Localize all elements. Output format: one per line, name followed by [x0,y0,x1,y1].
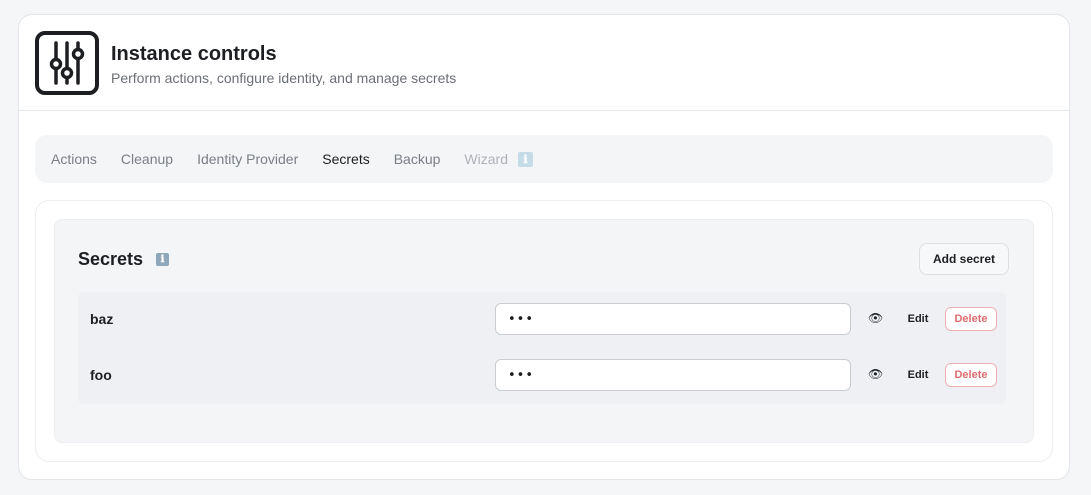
tab-cleanup[interactable]: Cleanup [121,151,173,167]
page-title: Instance controls [111,43,277,65]
secrets-list: baz 👁 Edit Delete foo 👁 Edit Delete [78,292,1006,404]
tab-identity-provider[interactable]: Identity Provider [197,151,298,167]
delete-button[interactable]: Delete [945,363,997,387]
section-title: Secrets ℹ [78,249,170,270]
header: Instance controls Perform actions, confi… [19,15,1069,111]
eye-icon[interactable]: 👁 [868,311,883,325]
edit-button[interactable]: Edit [900,364,936,386]
list-item: baz 👁 Edit Delete [78,292,1006,348]
instance-controls-card: Instance controls Perform actions, confi… [18,14,1070,480]
info-icon[interactable]: ℹ [517,151,533,167]
info-icon[interactable]: ℹ [156,253,170,266]
section-title-label: Secrets [78,249,144,269]
page-subtitle: Perform actions, configure identity, and… [111,70,457,86]
secret-name: foo [90,367,112,383]
secrets-panel: Secrets ℹ Add secret baz 👁 Edit Delete f… [35,200,1053,462]
delete-button[interactable]: Delete [945,307,997,331]
tab-wizard[interactable]: Wizard ℹ [464,151,533,167]
list-item: foo 👁 Edit Delete [78,348,1006,404]
secret-value-field[interactable] [495,303,851,335]
tab-bar: Actions Cleanup Identity Provider Secret… [35,135,1053,183]
secret-name: baz [90,311,114,327]
secret-value-field[interactable] [495,359,851,391]
add-secret-button[interactable]: Add secret [919,243,1009,275]
tab-wizard-label: Wizard [464,151,508,167]
tab-backup[interactable]: Backup [394,151,441,167]
secrets-section: Secrets ℹ Add secret baz 👁 Edit Delete f… [54,219,1034,443]
sliders-icon [35,31,99,95]
tab-secrets[interactable]: Secrets [322,151,369,167]
eye-icon[interactable]: 👁 [868,367,883,381]
tab-actions[interactable]: Actions [51,151,97,167]
edit-button[interactable]: Edit [900,308,936,330]
